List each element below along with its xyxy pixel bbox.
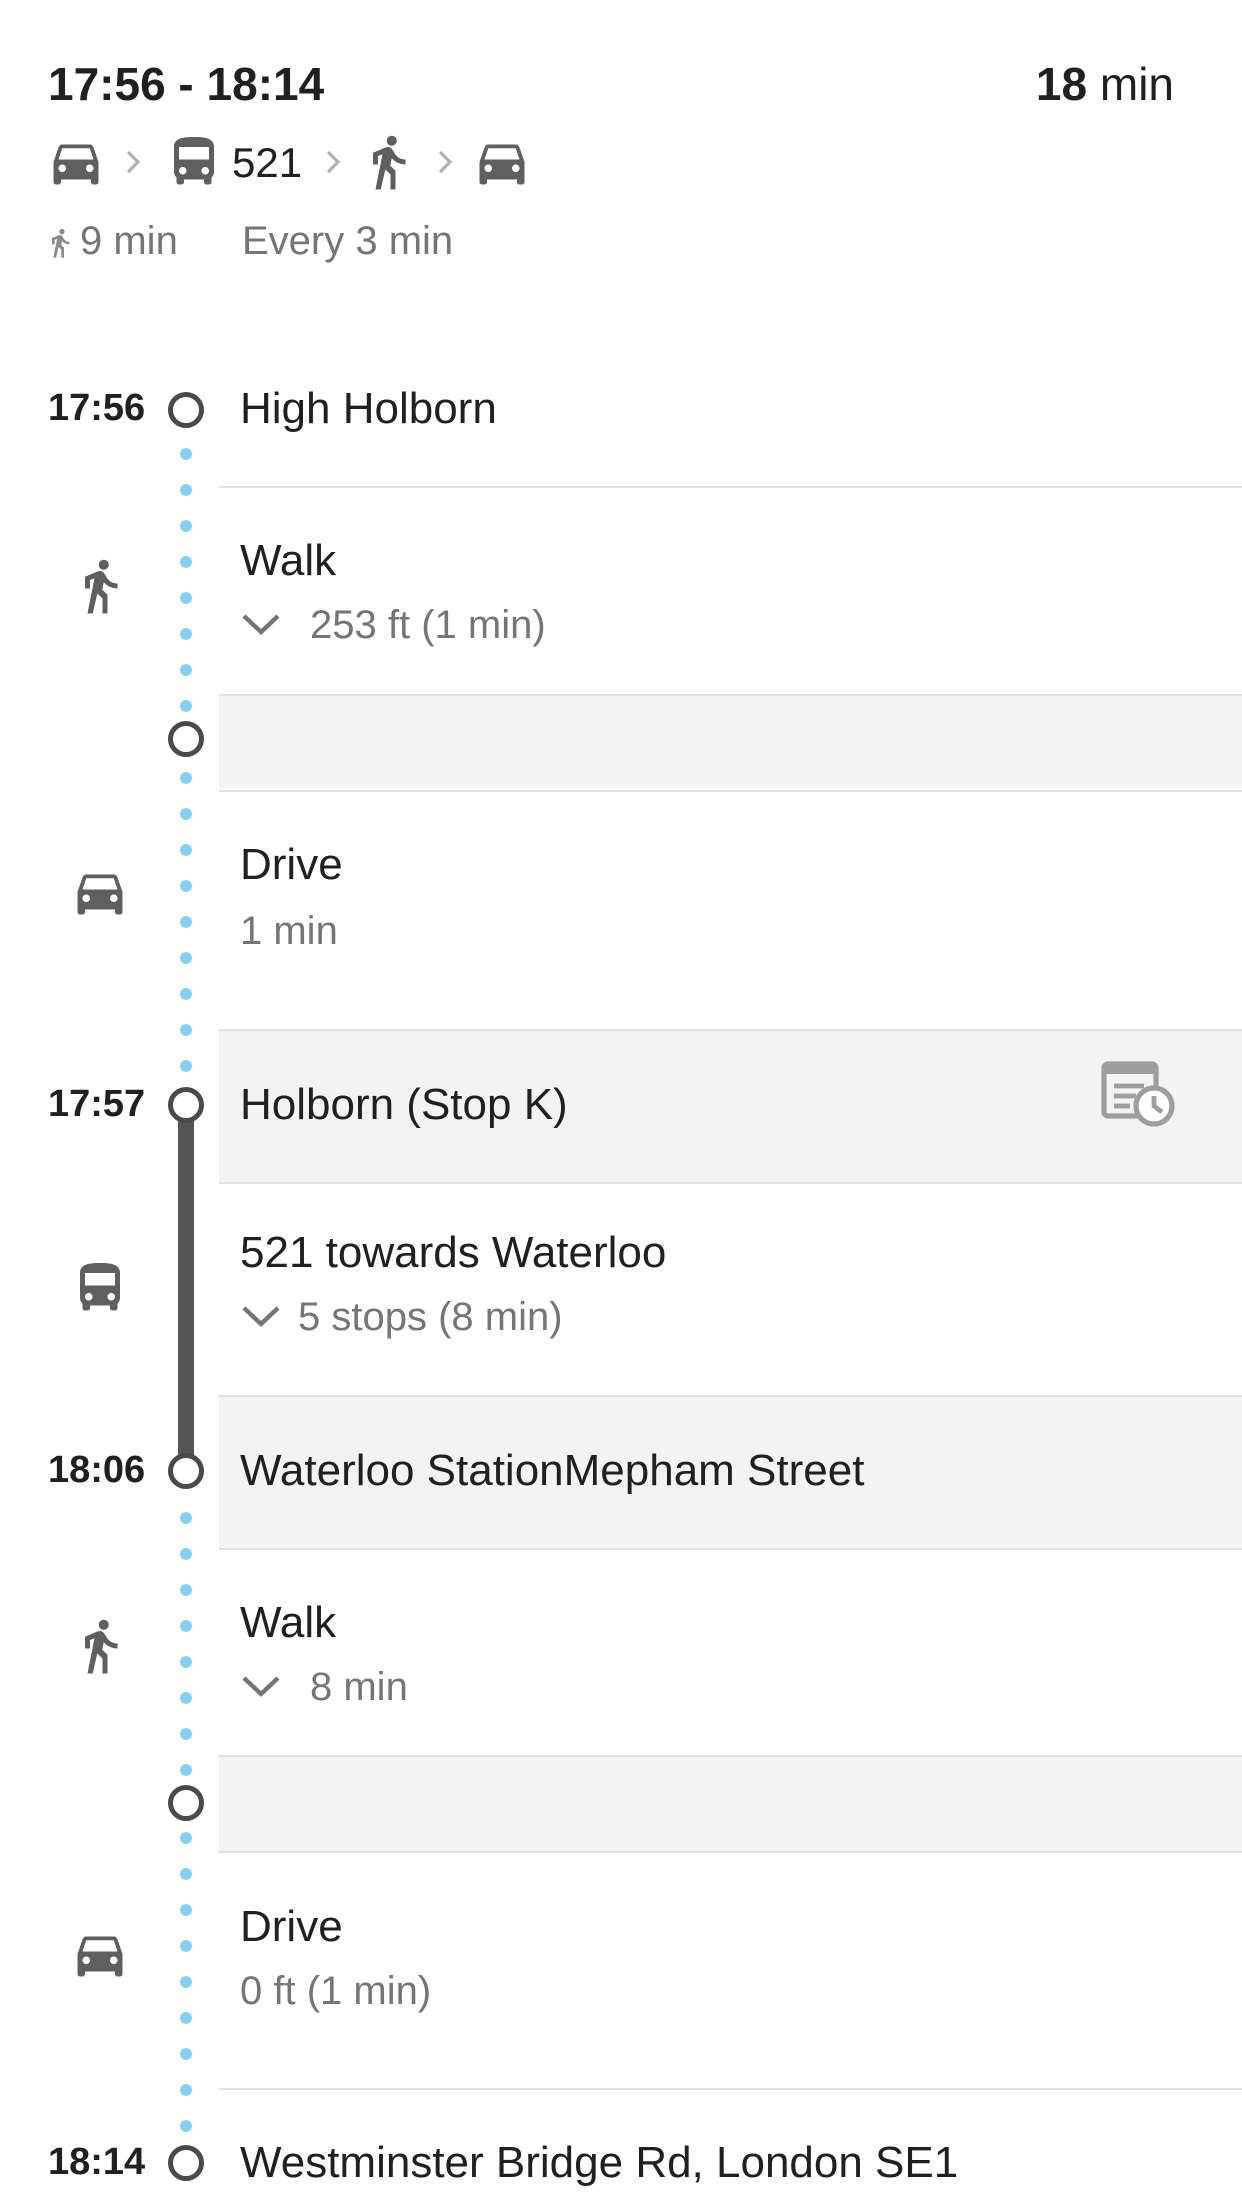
trip-time-range: 17:56 - 18:14 — [48, 58, 325, 110]
car-icon — [46, 132, 106, 192]
schedule-icon[interactable] — [1100, 1060, 1176, 1128]
divider — [219, 790, 1242, 792]
stop-time: 18:06 — [48, 1449, 146, 1491]
divider — [219, 1395, 1242, 1397]
walk-path-line — [180, 436, 192, 742]
car-icon — [472, 132, 532, 192]
stop-time: 17:56 — [48, 387, 146, 429]
stop-marker — [168, 1785, 204, 1821]
leg-detail: 0 ft (1 min) — [240, 1969, 432, 2013]
walk-icon — [70, 1616, 130, 1676]
leg-detail[interactable]: 8 min — [310, 1662, 408, 1712]
leg-title: Walk — [240, 536, 337, 585]
stop-marker — [168, 721, 204, 757]
bus-icon — [164, 132, 224, 192]
divider — [219, 1548, 1242, 1550]
leg-detail: 1 min — [240, 909, 338, 953]
duration-unit: min — [1099, 58, 1174, 110]
leg-detail[interactable]: 5 stops (8 min) — [298, 1292, 563, 1342]
trip-duration: 18 min — [1036, 56, 1174, 112]
car-icon — [70, 862, 130, 922]
leg-title: Walk — [240, 1598, 337, 1647]
leg-title: Drive — [240, 1902, 343, 1951]
divider — [219, 486, 1242, 488]
leg-title: 521 towards Waterloo — [240, 1228, 667, 1277]
stop-name[interactable]: High Holborn — [240, 382, 497, 436]
chevron-down-icon[interactable] — [240, 1302, 282, 1330]
stop-marker — [168, 1453, 204, 1489]
drive-path-line — [180, 1820, 192, 2165]
walk-path-line — [180, 1500, 192, 1800]
stop-marker — [168, 392, 204, 428]
chevron-right-icon — [434, 140, 458, 184]
stop-time: 17:57 — [48, 1083, 146, 1125]
stop-name[interactable]: Holborn (Stop K) — [240, 1078, 568, 1132]
stop-row-transfer-2[interactable] — [219, 1757, 1242, 1851]
total-walk-time: 9 min — [80, 219, 178, 263]
stop-name[interactable]: Westminster Bridge Rd, London SE1 — [240, 2136, 958, 2190]
divider — [219, 1182, 1242, 1184]
leg-title: Drive — [240, 840, 343, 889]
stop-marker — [168, 2145, 204, 2181]
divider — [219, 1755, 1242, 1757]
stop-name[interactable]: Waterloo StationMepham Street — [240, 1444, 864, 1498]
walk-icon — [70, 556, 130, 616]
divider — [219, 1851, 1242, 1853]
chevron-down-icon[interactable] — [240, 610, 282, 638]
divider — [219, 2088, 1242, 2090]
transit-path-line — [178, 1100, 194, 1470]
walk-icon — [358, 132, 418, 192]
stop-row-transfer-1[interactable] — [219, 694, 1242, 788]
drive-path-line — [180, 760, 192, 1090]
bus-icon — [70, 1258, 130, 1318]
chevron-down-icon[interactable] — [240, 1672, 282, 1700]
bus-route-number: 521 — [232, 139, 303, 186]
divider — [219, 1029, 1242, 1031]
leg-detail[interactable]: 253 ft (1 min) — [310, 600, 546, 650]
car-icon — [70, 1924, 130, 1984]
stop-marker — [168, 1087, 204, 1123]
chevron-right-icon — [122, 140, 146, 184]
duration-value: 18 — [1035, 58, 1088, 110]
service-frequency: Every 3 min — [242, 219, 454, 263]
stop-time: 18:14 — [48, 2141, 146, 2183]
walk-icon — [44, 224, 76, 262]
chevron-right-icon — [322, 140, 346, 184]
divider — [219, 694, 1242, 696]
